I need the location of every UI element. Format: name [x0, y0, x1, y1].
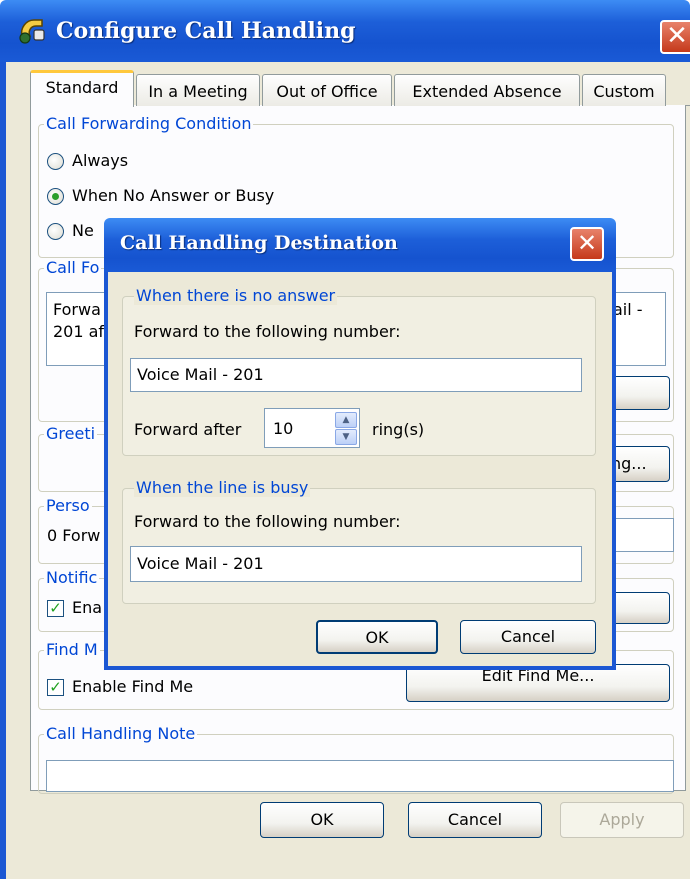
findme-checkbox-label: Enable Find Me [72, 677, 194, 696]
dialog-cancel-button[interactable]: Cancel [460, 620, 596, 654]
no-answer-number-input[interactable]: Voice Mail - 201 [130, 358, 582, 392]
rings-down-arrow-icon[interactable]: ▼ [335, 429, 357, 445]
forwarding-summary-right: ail - [613, 300, 643, 319]
tab-standard[interactable]: Standard [30, 70, 134, 107]
window-title: Configure Call Handling [56, 18, 356, 44]
notification-legend: Notific [44, 568, 100, 587]
radio-no-answer-or-busy-label: When No Answer or Busy [72, 186, 275, 205]
personal-legend: Perso [44, 496, 92, 515]
notification-checkbox[interactable]: ✓ [47, 600, 64, 617]
busy-legend: When the line is busy [134, 478, 311, 497]
tab-custom[interactable]: Custom [582, 74, 666, 106]
tab-in-a-meeting[interactable]: In a Meeting [136, 74, 260, 106]
close-window-button[interactable]: ✕ [660, 20, 690, 54]
radio-no-answer-or-busy[interactable] [47, 188, 64, 205]
forwarding-legend: Call Fo [44, 258, 102, 277]
tab-extended-absence[interactable]: Extended Absence [394, 74, 580, 106]
dialog-ok-button[interactable]: OK [316, 620, 438, 654]
radio-never-label: Ne [72, 221, 94, 240]
dialog-title: Call Handling Destination [120, 232, 398, 254]
busy-forward-label: Forward to the following number: [134, 512, 401, 531]
dialog-close-button[interactable]: ✕ [570, 227, 604, 261]
call-handling-app-icon [19, 19, 45, 44]
forwarding-summary-line2: 201 af [53, 322, 105, 341]
findme-legend: Find M [44, 640, 100, 659]
no-answer-legend: When there is no answer [134, 286, 338, 305]
rings-spinner[interactable]: 10 ▲ ▼ [264, 408, 360, 448]
call-handling-note-input[interactable] [46, 760, 674, 792]
note-legend: Call Handling Note [44, 724, 198, 743]
busy-number-input[interactable]: Voice Mail - 201 [130, 546, 582, 582]
personal-summary: 0 Forw [47, 526, 101, 545]
ok-button[interactable]: OK [260, 802, 384, 838]
no-answer-forward-label: Forward to the following number: [134, 322, 401, 341]
cancel-button[interactable]: Cancel [408, 802, 542, 838]
forward-after-label: Forward after [134, 420, 242, 439]
rings-unit-label: ring(s) [372, 420, 425, 439]
condition-legend: Call Forwarding Condition [44, 114, 254, 133]
greeting-legend: Greeti [44, 424, 98, 443]
findme-checkbox[interactable]: ✓ [47, 679, 64, 696]
forwarding-summary-line1: Forwa [53, 300, 101, 319]
rings-up-arrow-icon[interactable]: ▲ [335, 412, 357, 428]
apply-button[interactable]: Apply [560, 802, 684, 838]
radio-never[interactable] [47, 223, 64, 240]
tab-out-of-office[interactable]: Out of Office [262, 74, 392, 106]
rings-value: 10 [273, 419, 294, 438]
radio-always-label: Always [72, 151, 129, 170]
notification-checkbox-label: Ena [72, 598, 103, 617]
radio-always[interactable] [47, 153, 64, 170]
